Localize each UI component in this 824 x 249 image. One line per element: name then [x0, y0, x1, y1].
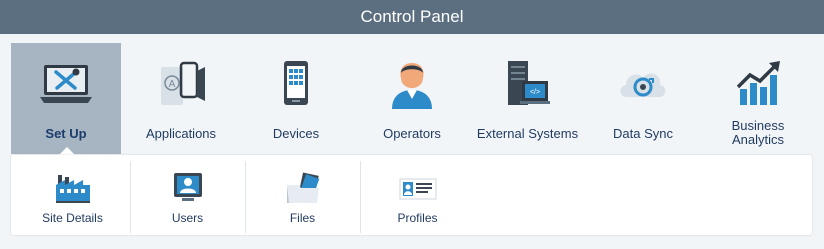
operator-person-icon — [392, 63, 432, 109]
nav-item-operators[interactable]: Operators — [362, 43, 462, 154]
submenu-label: Users — [171, 211, 204, 225]
bar-chart-trend-icon — [736, 61, 780, 105]
submenu-item-files[interactable]: Files — [245, 161, 360, 231]
nav-item-external-systems[interactable]: </> External Systems — [470, 43, 585, 154]
user-monitor-icon — [173, 173, 202, 201]
window-title: Control Panel — [0, 0, 824, 34]
active-tab-pointer — [59, 147, 75, 155]
svg-text:A: A — [169, 79, 176, 90]
submenu-label: Site Details — [42, 211, 103, 225]
svg-text:</>: </> — [529, 89, 539, 96]
apps-devices-icon: A — [161, 61, 205, 105]
submenu-item-users[interactable]: Users — [130, 161, 245, 231]
mobile-device-icon — [284, 61, 308, 105]
nav-item-data-sync[interactable]: Data Sync — [593, 43, 693, 154]
nav-label: External Systems — [476, 126, 579, 141]
nav-item-set-up[interactable]: Set Up — [11, 43, 121, 154]
nav-label: Business Analytics — [731, 118, 785, 147]
cloud-sync-icon — [620, 73, 666, 97]
nav-item-devices[interactable]: Devices — [246, 43, 346, 154]
server-code-icon: </> — [507, 61, 550, 105]
nav-label: Operators — [383, 126, 441, 141]
main-nav: Set Up A Applications Devices Operators … — [0, 43, 824, 154]
nav-label: Applications — [145, 126, 217, 141]
submenu-label: Files — [289, 211, 316, 225]
folder-files-icon — [286, 172, 319, 203]
nav-label: Set Up — [45, 126, 87, 141]
factory-icon — [55, 175, 90, 203]
nav-item-business-analytics[interactable]: Business Analytics — [708, 43, 808, 154]
nav-label: Data Sync — [613, 126, 673, 141]
submenu-label: Profiles — [397, 211, 438, 225]
nav-item-applications[interactable]: A Applications — [131, 43, 231, 154]
tools-laptop-icon — [40, 65, 92, 103]
submenu-item-profiles[interactable]: Profiles — [360, 161, 475, 231]
submenu-panel: Site Details Users Files Profiles — [11, 155, 812, 235]
profile-card-icon — [399, 178, 436, 200]
nav-label: Devices — [272, 126, 320, 141]
submenu-item-site-details[interactable]: Site Details — [15, 161, 130, 231]
